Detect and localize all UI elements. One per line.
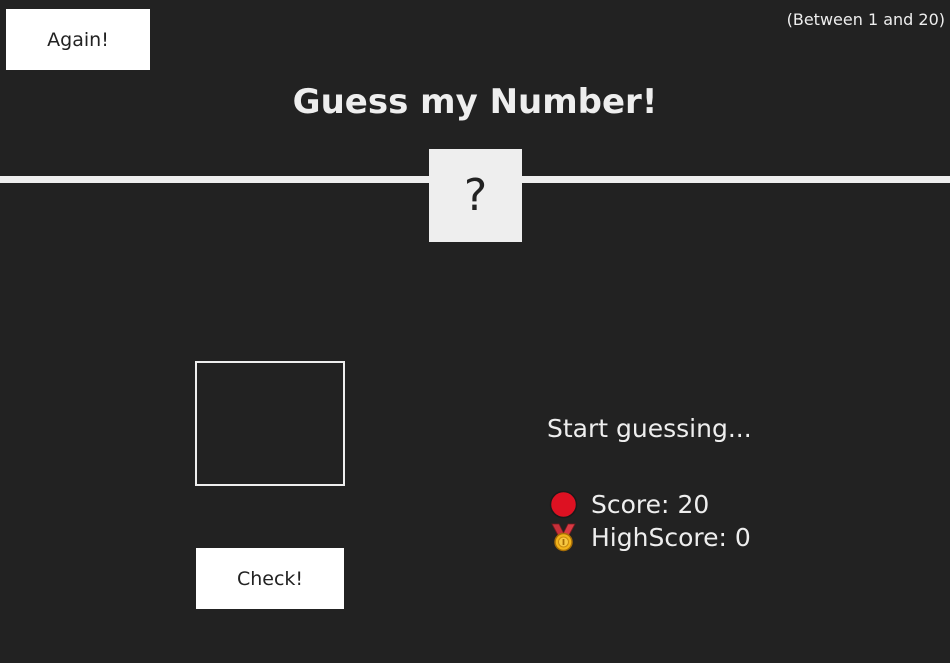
again-button[interactable]: Again! (6, 9, 150, 70)
page-title: Guess my Number! (292, 82, 658, 122)
score-row: Score: 20 (549, 490, 709, 519)
red-circle-icon (549, 490, 591, 519)
medal-icon (549, 523, 591, 552)
guess-input[interactable] (195, 361, 345, 486)
score-value: 20 (677, 490, 710, 519)
range-hint: (Between 1 and 20) (786, 10, 945, 29)
highscore-row: HighScore: 0 (549, 523, 751, 552)
status-message: Start guessing... (547, 414, 752, 443)
secret-number-box: ? (429, 149, 522, 242)
score-label: Score: (591, 490, 670, 519)
check-button[interactable]: Check! (196, 548, 344, 609)
highscore-label: HighScore: (591, 523, 727, 552)
highscore-value: 0 (734, 523, 751, 552)
